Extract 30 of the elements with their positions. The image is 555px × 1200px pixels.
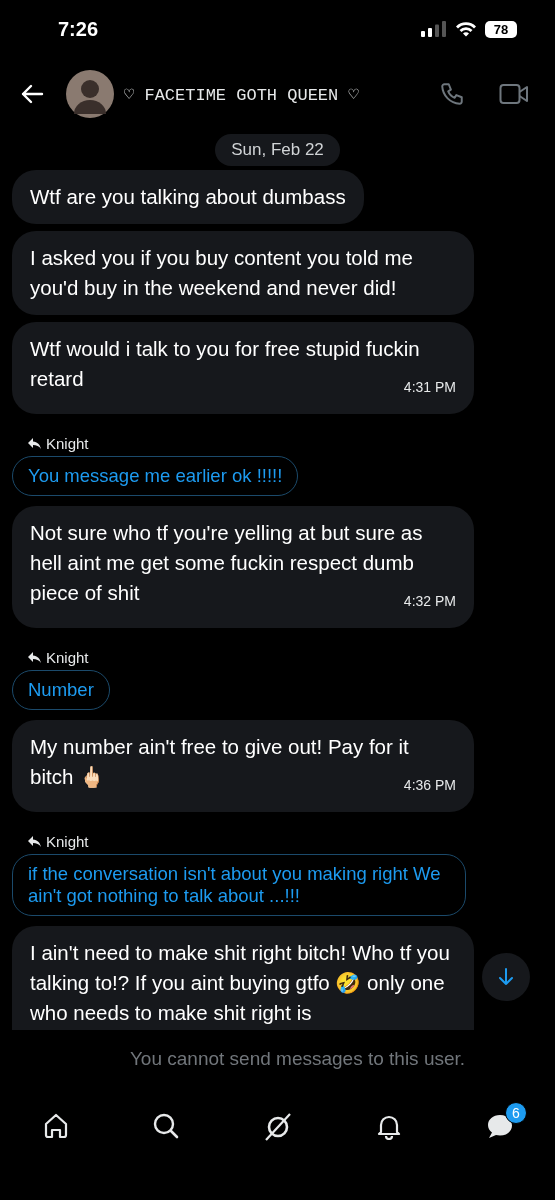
reply-author: Knight xyxy=(46,649,89,666)
home-icon[interactable] xyxy=(42,1112,70,1140)
notification-badge: 6 xyxy=(505,1102,527,1124)
scroll-down-button[interactable] xyxy=(482,953,530,1001)
avatar[interactable] xyxy=(66,70,114,118)
message-bubble: Wtf would i talk to you for free stupid fuckin retard 4:31 PM xyxy=(12,322,474,414)
back-arrow-icon[interactable] xyxy=(20,84,44,104)
down-arrow-icon xyxy=(498,968,514,986)
message-bubble: Wtf are you talking about dumbass xyxy=(12,170,364,224)
message-bubble: I asked you if you buy content you told me you'd buy in the weekend and never did! xyxy=(12,231,474,315)
wifi-icon xyxy=(455,21,477,37)
reply-icon xyxy=(28,836,41,847)
chat-title: ♡ FACETIME GOTH QUEEN ♡ xyxy=(124,84,360,105)
phone-icon[interactable] xyxy=(439,81,465,107)
slashed-circle-icon[interactable] xyxy=(262,1112,293,1142)
message-bubble: I ain't need to make shit right bitch! Who tf you talking to!? If you aint buying gtfo 🤣 only one who needs to make shit right is xyxy=(12,926,474,1030)
reply-icon xyxy=(28,652,41,663)
video-call-icon[interactable] xyxy=(499,83,529,105)
battery-indicator: 78 xyxy=(485,20,517,38)
reply-icon xyxy=(28,438,41,449)
message-bubble: Not sure who tf you're yelling at but sure as hell aint me get some fuckin respect dumb piece of shit 4:32 PM xyxy=(12,506,474,628)
reply-author: Knight xyxy=(46,435,89,452)
quoted-message[interactable]: if the conversation isn't about you making right We ain't got nothing to talk about ...!!! xyxy=(12,854,466,916)
signal-icon xyxy=(421,21,447,37)
blocked-notice: You cannot send messages to this user. xyxy=(128,1048,467,1070)
status-time: 7:26 xyxy=(58,17,99,41)
date-divider: Sun, Feb 22 xyxy=(215,134,340,166)
reply-author: Knight xyxy=(46,833,89,850)
message-bubble: My number ain't free to give out! Pay for it bitch 🖕🏻 4:36 PM xyxy=(12,720,474,812)
search-icon[interactable] xyxy=(152,1112,181,1140)
